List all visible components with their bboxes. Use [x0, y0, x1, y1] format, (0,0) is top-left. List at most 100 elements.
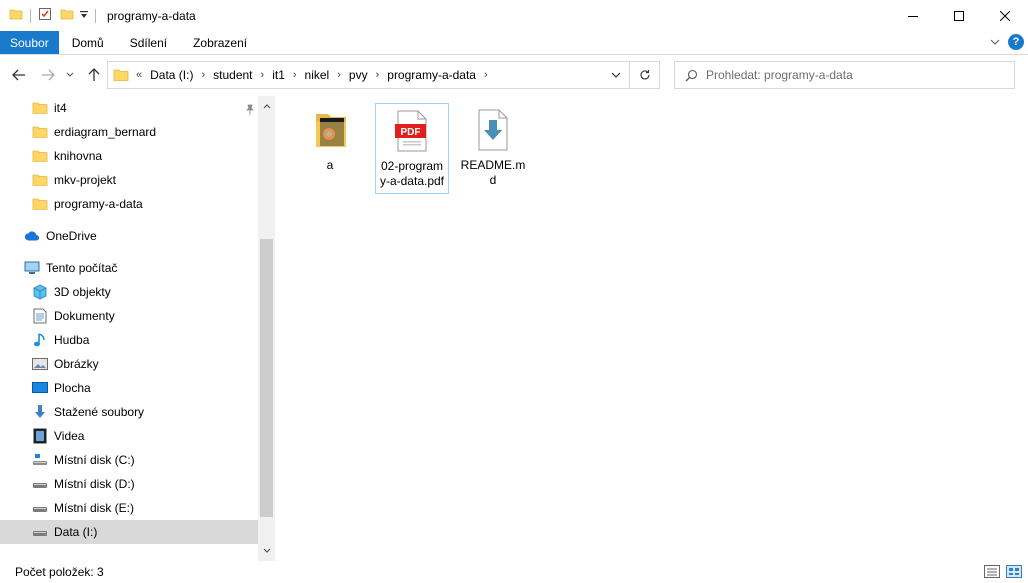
item-count: Počet položek: 3 — [15, 565, 104, 579]
sidebar-item[interactable]: Místní disk (C:) — [0, 448, 258, 472]
sidebar-item[interactable]: 3D objekty — [0, 280, 258, 304]
sidebar-item[interactable]: OneDrive — [0, 224, 258, 248]
minimize-button[interactable] — [890, 0, 936, 31]
search-box[interactable] — [674, 61, 1015, 89]
pin-icon[interactable] — [244, 104, 256, 119]
folder-icon — [32, 172, 48, 188]
breadcrumb-student[interactable]: student — [208, 68, 257, 82]
maximize-button[interactable] — [936, 0, 982, 31]
help-icon[interactable]: ? — [1008, 34, 1024, 50]
sidebar-item[interactable]: mkv-projekt — [0, 168, 258, 192]
sidebar-item[interactable]: Data (I:) — [0, 520, 258, 544]
breadcrumb-it1[interactable]: it1 — [267, 68, 290, 82]
folder-with-content-icon — [312, 108, 348, 152]
maximize-icon — [954, 10, 964, 21]
sidebar-item-label: Data (I:) — [54, 525, 98, 539]
file-item-pdf[interactable]: PDF 02-programy-a-data.pdf — [375, 103, 449, 194]
breadcrumb-pvy[interactable]: pvy — [344, 68, 373, 82]
search-input[interactable] — [706, 68, 1006, 82]
scroll-up-button[interactable] — [258, 98, 275, 114]
properties-icon[interactable] — [38, 7, 52, 24]
new-folder-icon[interactable] — [60, 7, 74, 24]
address-bar[interactable]: « Data (I:) › student › it1 › nikel › pv… — [107, 61, 630, 89]
qat-separator — [30, 8, 31, 23]
breadcrumb-current[interactable]: programy-a-data — [382, 68, 481, 82]
chevron-right-icon[interactable]: › — [258, 69, 268, 81]
drive-icon — [32, 500, 48, 516]
details-view-button[interactable] — [984, 564, 1000, 578]
pdf-badge: PDF — [401, 127, 421, 138]
sidebar-item[interactable]: Dokumenty — [0, 304, 258, 328]
sidebar-item-label: Místní disk (D:) — [54, 477, 135, 491]
breadcrumb-nikel[interactable]: nikel — [300, 68, 335, 82]
sidebar-item-label: Tento počítač — [46, 261, 118, 275]
scroll-thumb[interactable] — [260, 239, 273, 517]
sidebar-item[interactable]: Hudba — [0, 328, 258, 352]
chevron-right-icon[interactable]: › — [198, 69, 208, 81]
chevron-right-icon[interactable]: › — [373, 69, 383, 81]
file-item-readme[interactable]: README.md — [456, 103, 530, 192]
navigation-pane-scrollbar[interactable] — [258, 96, 275, 561]
up-button[interactable] — [84, 64, 104, 86]
sidebar-item-label: erdiagram_bernard — [54, 125, 157, 139]
close-icon — [1000, 10, 1010, 21]
computer-icon — [24, 260, 40, 276]
documents-icon — [32, 308, 48, 324]
sidebar-item[interactable]: Obrázky — [0, 352, 258, 376]
tab-file[interactable]: Soubor — [0, 31, 59, 54]
expand-ribbon-icon[interactable] — [990, 35, 1000, 49]
sidebar-item[interactable]: it4 — [0, 96, 258, 120]
sidebar-item[interactable]: Místní disk (E:) — [0, 496, 258, 520]
customize-dropdown-icon[interactable] — [80, 9, 88, 23]
large-icons-view-icon — [1006, 564, 1022, 578]
sidebar-item[interactable]: knihovna — [0, 144, 258, 168]
tab-share[interactable]: Sdílení — [117, 31, 180, 54]
minimize-icon — [908, 15, 918, 17]
recent-locations-button[interactable] — [63, 64, 77, 86]
refresh-icon — [639, 70, 650, 80]
quick-access-toolbar — [0, 0, 103, 31]
chevron-right-icon[interactable]: › — [481, 69, 491, 81]
sidebar-item-label: Místní disk (E:) — [54, 501, 135, 515]
file-item-folder-a[interactable]: a — [293, 103, 367, 177]
sidebar-item-label: Obrázky — [54, 357, 99, 371]
tab-view[interactable]: Zobrazení — [180, 31, 260, 54]
sidebar-item-label: knihovna — [54, 149, 103, 163]
tab-home[interactable]: Domů — [59, 31, 117, 54]
breadcrumb-drive[interactable]: Data (I:) — [145, 68, 198, 82]
onedrive-icon — [24, 228, 40, 244]
forward-button[interactable] — [38, 64, 58, 86]
window-title: programy-a-data — [107, 8, 196, 23]
sidebar-item-label: Místní disk (C:) — [54, 453, 135, 467]
drive-icon — [32, 524, 48, 540]
sidebar-item-label: it4 — [54, 101, 67, 115]
folder-icon — [113, 67, 129, 83]
sidebar-item[interactable]: Tento počítač — [0, 256, 258, 280]
generic-file-icon — [475, 108, 511, 152]
address-history-dropdown[interactable] — [611, 68, 621, 82]
status-bar: Počet položek: 3 — [0, 561, 1028, 583]
chevron-right-icon[interactable]: › — [334, 69, 344, 81]
qat-separator — [95, 8, 96, 23]
sidebar-item[interactable]: Plocha — [0, 376, 258, 400]
navigation-bar: « Data (I:) › student › it1 › nikel › pv… — [0, 60, 1028, 90]
sidebar-item[interactable]: erdiagram_bernard — [0, 120, 258, 144]
sidebar-item[interactable]: Místní disk (D:) — [0, 472, 258, 496]
sidebar-item-label: mkv-projekt — [54, 173, 117, 187]
file-list[interactable]: a PDF 02-programy-a-data.pdf README.md — [276, 96, 1028, 561]
sidebar-item[interactable]: programy-a-data — [0, 192, 258, 216]
close-button[interactable] — [982, 0, 1028, 31]
back-button[interactable] — [9, 64, 29, 86]
sidebar-item[interactable]: Stažené soubory — [0, 400, 258, 424]
overflow-chevron[interactable]: « — [133, 69, 145, 81]
sidebar-item-label: Hudba — [54, 333, 90, 347]
sidebar-item-label: programy-a-data — [54, 197, 143, 211]
folder-icon — [32, 100, 48, 116]
pictures-icon — [32, 356, 48, 372]
sidebar-item[interactable]: Videa — [0, 424, 258, 448]
chevron-right-icon[interactable]: › — [290, 69, 300, 81]
refresh-button[interactable] — [630, 61, 660, 89]
large-icons-view-button[interactable] — [1006, 564, 1022, 578]
chevron-down-icon — [66, 72, 74, 77]
scroll-down-button[interactable] — [258, 543, 275, 559]
